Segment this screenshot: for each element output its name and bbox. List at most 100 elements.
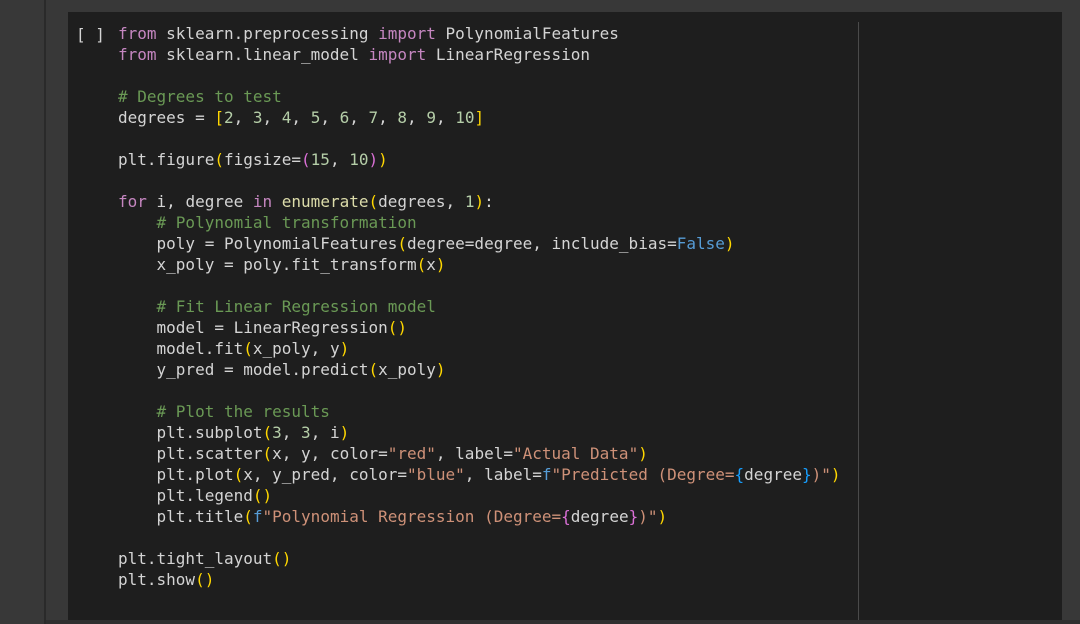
code-token: degree=degree, include_bias= <box>407 234 677 253</box>
code-token: ( <box>416 255 427 274</box>
code-token: 10 <box>455 108 475 127</box>
code-line[interactable]: plt.figure(figsize=(15, 10)) <box>118 149 858 170</box>
code-token: 3 <box>301 423 311 442</box>
code-token: from <box>118 45 157 64</box>
code-token: figsize= <box>223 150 302 169</box>
code-line[interactable]: plt.subplot(3, 3, i) <box>118 422 858 443</box>
code-token: x_poly = poly.fit_transform <box>118 255 417 274</box>
code-token: i, degree <box>146 192 253 211</box>
code-token: ( <box>301 150 311 169</box>
code-token: in <box>252 192 273 211</box>
code-token: degrees, <box>378 192 465 211</box>
code-token: 3 <box>272 423 282 442</box>
code-token: : <box>484 192 494 211</box>
code-token: , <box>281 423 302 442</box>
code-line[interactable]: model = LinearRegression() <box>118 317 858 338</box>
code-token: x_poly <box>378 360 436 379</box>
code-token: ) <box>339 423 350 442</box>
code-token: , <box>329 150 350 169</box>
run-cell-indicator[interactable]: [ ] <box>76 24 105 45</box>
code-token: poly = PolynomialFeatures <box>118 234 398 253</box>
code-token: "Actual Data" <box>512 444 639 463</box>
code-token: for <box>118 192 147 211</box>
code-token: PolynomialFeatures <box>435 24 619 43</box>
code-token: "Predicted (Degree= <box>551 465 735 484</box>
code-token: plt.subplot <box>118 423 263 442</box>
code-token: plt.legend <box>118 486 253 505</box>
code-token: ( <box>368 192 379 211</box>
code-line[interactable]: # Degrees to test <box>118 86 858 107</box>
code-token: ) <box>378 150 388 169</box>
code-token: 6 <box>339 108 350 127</box>
code-line[interactable]: plt.tight_layout() <box>118 548 858 569</box>
code-line[interactable]: model.fit(x_poly, y) <box>118 338 858 359</box>
code-token: 9 <box>426 108 436 127</box>
code-token: ) <box>368 150 379 169</box>
code-line[interactable] <box>118 170 858 191</box>
code-token: ( <box>368 360 379 379</box>
code-line[interactable]: for i, degree in enumerate(degrees, 1): <box>118 191 858 212</box>
code-line[interactable]: # Fit Linear Regression model <box>118 296 858 317</box>
code-token: plt.plot <box>118 465 234 484</box>
code-token: , <box>233 108 253 127</box>
code-cell[interactable]: [ ] from sklearn.preprocessing import Po… <box>68 12 1062 620</box>
code-line[interactable]: y_pred = model.predict(x_poly) <box>118 359 858 380</box>
code-token: 15 <box>310 150 330 169</box>
code-token: degree <box>744 465 802 484</box>
code-token: , <box>407 108 427 127</box>
code-token: 7 <box>368 108 379 127</box>
code-block[interactable]: from sklearn.preprocessing import Polyno… <box>118 23 858 590</box>
code-token: 4 <box>281 108 292 127</box>
code-line[interactable] <box>118 527 858 548</box>
code-token: x, y_pred, color= <box>243 465 407 484</box>
code-line[interactable] <box>118 128 858 149</box>
code-line[interactable]: plt.legend() <box>118 485 858 506</box>
code-token: False <box>676 234 725 253</box>
code-token: ] <box>474 108 485 127</box>
code-token: ) <box>474 192 485 211</box>
code-line[interactable]: # Polynomial transformation <box>118 212 858 233</box>
code-line[interactable]: poly = PolynomialFeatures(degree=degree,… <box>118 233 858 254</box>
code-token: )" <box>811 465 831 484</box>
code-line[interactable] <box>118 65 858 86</box>
code-token: ( <box>387 318 398 337</box>
code-line[interactable]: plt.show() <box>118 569 858 590</box>
code-token: degrees = <box>118 108 215 127</box>
code-line[interactable]: # Plot the results <box>118 401 858 422</box>
code-token: ) <box>638 444 648 463</box>
code-token: # Polynomial transformation <box>156 213 417 232</box>
code-editor[interactable]: from sklearn.preprocessing import Polyno… <box>118 23 858 613</box>
code-token: plt.show <box>118 570 196 589</box>
code-line[interactable]: x_poly = poly.fit_transform(x) <box>118 254 858 275</box>
code-token: ( <box>195 570 205 589</box>
code-token: )" <box>638 507 658 526</box>
code-token: model = LinearRegression <box>118 318 388 337</box>
code-token: ( <box>262 423 273 442</box>
code-line[interactable]: plt.title(f"Polynomial Regression (Degre… <box>118 506 858 527</box>
code-token: ( <box>233 465 244 484</box>
code-line[interactable]: plt.plot(x, y_pred, color="blue", label=… <box>118 464 858 485</box>
code-token: ( <box>272 549 282 568</box>
code-token: ) <box>830 465 841 484</box>
code-token: , <box>320 108 340 127</box>
line-length-ruler <box>858 22 859 620</box>
code-token: ( <box>243 507 253 526</box>
code-token: import <box>378 24 436 43</box>
code-token: f <box>252 507 263 526</box>
code-token: } <box>628 507 639 526</box>
code-token: x <box>426 255 436 274</box>
code-token: ) <box>204 570 215 589</box>
code-line[interactable] <box>118 380 858 401</box>
code-line[interactable]: from sklearn.linear_model import LinearR… <box>118 44 858 65</box>
code-token: ) <box>281 549 292 568</box>
code-line[interactable]: degrees = [2, 3, 4, 5, 6, 7, 8, 9, 10] <box>118 107 858 128</box>
code-line[interactable]: plt.scatter(x, y, color="red", label="Ac… <box>118 443 858 464</box>
code-line[interactable]: from sklearn.preprocessing import Polyno… <box>118 23 858 44</box>
code-line[interactable] <box>118 275 858 296</box>
code-token: , i <box>310 423 340 442</box>
code-token: x_poly, y <box>252 339 340 358</box>
